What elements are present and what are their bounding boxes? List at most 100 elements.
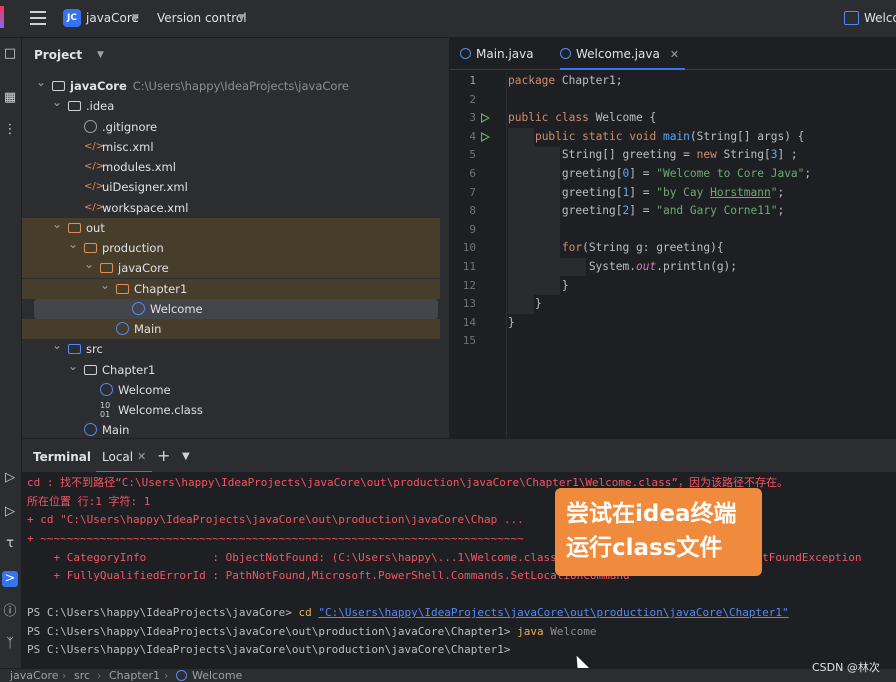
chevron-down-icon[interactable]: ▼: [182, 451, 190, 462]
run-icon[interactable]: ▷: [2, 470, 18, 486]
terminal-prompt-line: PS C:\Users\happy\IdeaProjects\javaCore\…: [27, 623, 597, 642]
editor-tabs: Main.java Welcome.java ✕: [450, 38, 896, 70]
tree-item-label: .idea: [86, 99, 115, 114]
code-line-7[interactable]: greeting[1] = "by Cay Horstmann";: [508, 184, 784, 203]
tree-item[interactable]: Main: [22, 319, 440, 339]
problems-icon[interactable]: ⓘ: [2, 604, 18, 620]
code-line-14[interactable]: }: [508, 314, 515, 333]
terminal-line: + ~~~~~~~~~~~~~~~~~~~~~~~~~~~~~~~~~~~~~~…: [27, 532, 524, 545]
code-line-3[interactable]: public class Welcome {: [508, 109, 656, 128]
version-control-menu[interactable]: Version control: [157, 11, 247, 25]
code-line-10[interactable]: for(String g: greeting){: [508, 239, 724, 258]
chevron-right-icon: ›: [164, 669, 169, 682]
breadcrumb-item[interactable]: Welcome: [192, 669, 242, 682]
xml-file-icon: </>: [84, 140, 105, 152]
tree-item[interactable]: Welcome: [34, 298, 438, 319]
chevron-down-icon[interactable]: ▼: [238, 13, 245, 23]
tree-item[interactable]: </> misc.xml: [22, 137, 440, 157]
path-link[interactable]: "C:\Users\happy\IdeaProjects\javaCore\ou…: [318, 606, 788, 619]
code-line-1[interactable]: package Chapter1;: [508, 72, 623, 91]
module-folder-icon: [52, 81, 65, 91]
code-line-6[interactable]: greeting[0] = "Welcome to Core Java";: [508, 165, 811, 184]
chevron-down-icon[interactable]: ⌄: [68, 234, 78, 254]
chevron-down-icon[interactable]: ⌄: [52, 214, 62, 234]
tree-item[interactable]: 10 01 Welcome.class: [22, 400, 440, 420]
excluded-folder-icon: [84, 243, 97, 253]
run-gutter-icon[interactable]: [481, 131, 490, 142]
structure-icon[interactable]: ▦: [2, 90, 18, 106]
chevron-down-icon[interactable]: ⌄: [36, 72, 46, 92]
breadcrumb-item[interactable]: Chapter1: [109, 669, 160, 682]
git-icon[interactable]: ᛉ: [2, 636, 18, 652]
tree-item[interactable]: </> modules.xml: [22, 157, 440, 177]
code-line-5[interactable]: String[] greeting = new String[3] ;: [508, 146, 798, 165]
main-menu-icon[interactable]: [30, 11, 46, 25]
new-terminal-icon[interactable]: +: [157, 446, 170, 465]
code-line-4[interactable]: public static void main(String[] args) {: [508, 128, 804, 147]
terminal-prompt-line: PS C:\Users\happy\IdeaProjects\javaCore>…: [27, 604, 789, 623]
tree-item[interactable]: ⌄ .idea: [22, 95, 440, 116]
tree-item[interactable]: ⌄ Chapter1: [22, 359, 440, 380]
project-switcher[interactable]: javaCore: [86, 11, 139, 25]
tree-item-label: .gitignore: [102, 119, 158, 134]
tree-item[interactable]: ⌄ Chapter1: [22, 278, 440, 299]
tree-item-label: Chapter1: [102, 362, 156, 377]
tree-item-label: Welcome.class: [118, 403, 203, 417]
code-line-13[interactable]: }: [508, 295, 542, 314]
terminal-toolbar: Terminal Local ✕ + ▼: [22, 438, 896, 473]
tree-item[interactable]: Welcome: [22, 380, 440, 400]
tree-item-label: Main: [102, 423, 130, 438]
code-line-8[interactable]: greeting[2] = "and Gary Corne11";: [508, 202, 784, 221]
terminal-line: 所在位置 行:1 字符: 1: [27, 495, 151, 508]
tree-item[interactable]: Main: [22, 420, 440, 438]
tree-item-label: out: [86, 220, 105, 235]
breadcrumb-item[interactable]: src: [74, 669, 90, 682]
chevron-down-icon[interactable]: ▼: [97, 50, 104, 60]
tree-item[interactable]: ⌄ out: [22, 217, 440, 238]
close-icon[interactable]: ✕: [670, 48, 679, 61]
tree-item-label: javaCore: [118, 261, 169, 276]
tab-welcome-java[interactable]: Welcome.java ✕: [560, 38, 686, 70]
chevron-down-icon[interactable]: ⌄: [52, 92, 62, 112]
more-icon[interactable]: ⋮: [2, 122, 18, 138]
folder-icon[interactable]: □: [2, 46, 18, 62]
tree-item-label: Welcome: [150, 301, 203, 316]
chevron-down-icon[interactable]: ⌄: [84, 254, 94, 274]
build-icon[interactable]: τ: [2, 536, 18, 552]
tree-item[interactable]: ⌄ javaCore: [22, 257, 440, 279]
debug-icon[interactable]: ▷: [2, 504, 18, 520]
tree-item[interactable]: .gitignore: [22, 117, 440, 137]
chevron-down-icon[interactable]: ⌄: [68, 356, 78, 376]
project-panel-title[interactable]: Project: [34, 48, 82, 62]
chevron-down-icon[interactable]: ▼: [132, 13, 139, 23]
class-icon: [560, 48, 571, 59]
line-number: 8: [469, 204, 476, 218]
run-config-selector[interactable]: Welcome: [864, 11, 896, 25]
terminal-icon[interactable]: >: [2, 571, 18, 587]
code-line-12[interactable]: }: [508, 277, 569, 296]
ignore-file-icon: [84, 119, 97, 133]
chevron-down-icon[interactable]: ⌄: [100, 275, 110, 295]
terminal-tab-local[interactable]: Local: [102, 450, 133, 464]
project-badge[interactable]: JC: [63, 9, 81, 27]
terminal-output[interactable]: cd : 找不到路径“C:\Users\happy\IdeaProjects\j…: [22, 472, 896, 668]
status-bar: javaCore › src › Chapter1 › Welcome: [0, 668, 896, 682]
title-bar: JC javaCore ▼ Version control ▼ Welcome: [0, 0, 896, 38]
command: cd: [298, 606, 319, 619]
line-number: 13: [462, 297, 476, 311]
line-number: 2: [469, 92, 476, 106]
line-number: 7: [469, 185, 476, 199]
tree-item[interactable]: ⌄ javaCore C:\Users\happy\IdeaProjects\jav…: [22, 75, 440, 96]
close-icon[interactable]: ✕: [137, 450, 146, 463]
breadcrumb-item[interactable]: javaCore: [10, 669, 59, 682]
code-line-11[interactable]: System.out.println(g);: [508, 258, 737, 277]
run-gutter-icon[interactable]: [481, 113, 490, 124]
source-folder-icon: [68, 344, 81, 355]
tree-item[interactable]: ⌄ src: [22, 338, 440, 359]
chevron-down-icon[interactable]: ⌄: [52, 335, 62, 355]
tab-main-java[interactable]: Main.java: [460, 38, 534, 70]
tree-item[interactable]: </> workspace.xml: [22, 198, 440, 218]
tree-item[interactable]: </> uiDesigner.xml: [22, 177, 440, 197]
line-number: 12: [462, 278, 476, 292]
tree-item-label: javaCore C:\Users\happy\IdeaProjects\java…: [70, 79, 349, 93]
